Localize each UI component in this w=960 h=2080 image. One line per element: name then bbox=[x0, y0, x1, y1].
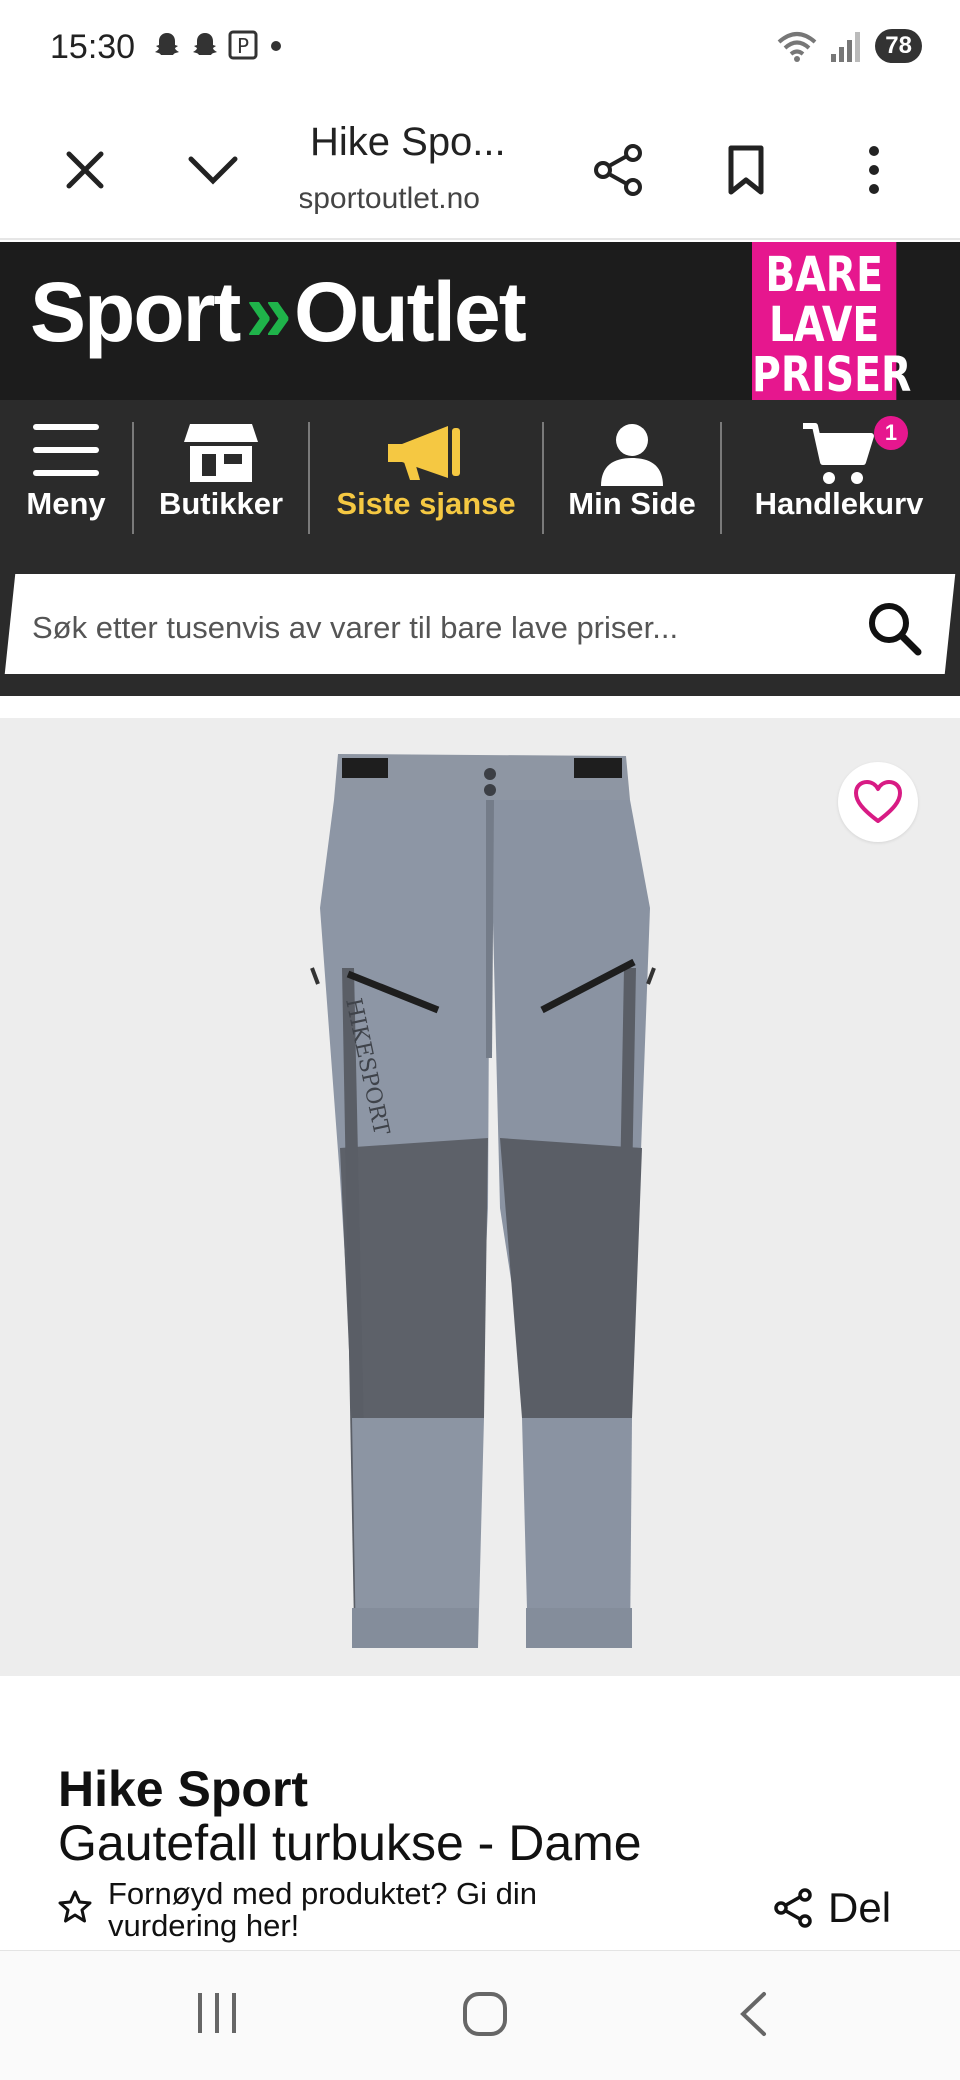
nav-label: Meny bbox=[26, 486, 106, 521]
logo-text-outlet: Outlet bbox=[294, 265, 527, 359]
nav-label: Siste sjanse bbox=[336, 486, 516, 521]
browser-toolbar: Hike Spo... sportoutlet.no bbox=[0, 100, 960, 240]
site-logo[interactable]: Sport» Outlet bbox=[30, 264, 527, 361]
share-icon bbox=[594, 144, 642, 196]
back-button[interactable] bbox=[738, 1991, 768, 2042]
share-label: Del bbox=[828, 1884, 892, 1931]
status-time: 15:30 bbox=[50, 28, 136, 66]
favorite-button[interactable] bbox=[838, 762, 918, 842]
svg-text:P: P bbox=[237, 34, 249, 58]
cart-count-badge: 1 bbox=[874, 416, 908, 450]
recents-button[interactable] bbox=[194, 1991, 240, 2040]
page-title[interactable]: Hike Spo... bbox=[310, 120, 506, 165]
status-bar: 15:30 P 78 bbox=[0, 0, 960, 100]
product-name: Gautefall turbukse - Dame bbox=[58, 1815, 642, 1871]
home-button[interactable] bbox=[462, 1991, 508, 2042]
home-icon bbox=[463, 1992, 507, 2036]
cart-icon bbox=[803, 423, 874, 484]
bookmark-button[interactable] bbox=[706, 130, 786, 210]
system-status-icons: 78 bbox=[775, 28, 922, 64]
notification-icons: P bbox=[152, 30, 286, 60]
nav-item-menu[interactable]: Meny bbox=[0, 400, 132, 540]
logo-arrows: » bbox=[245, 265, 292, 359]
product-brand: Hike Sport bbox=[58, 1761, 309, 1817]
battery-level: 78 bbox=[875, 29, 922, 63]
parking-icon: P bbox=[228, 30, 258, 60]
megaphone-icon bbox=[388, 426, 460, 480]
store-icon bbox=[184, 424, 258, 482]
pants-image: HIKESPORT bbox=[310, 754, 656, 1648]
close-icon bbox=[66, 151, 104, 189]
snapchat-icon bbox=[155, 33, 179, 55]
dot-icon bbox=[271, 41, 281, 51]
heart-icon bbox=[854, 780, 902, 823]
badge-line: LAVE bbox=[769, 297, 880, 353]
system-navigation-bar bbox=[0, 1950, 960, 2080]
share-page-button[interactable] bbox=[578, 130, 658, 210]
badge-line: BARE bbox=[765, 247, 883, 303]
nav-item-butikker[interactable]: Butikker bbox=[134, 400, 308, 540]
more-vert-icon bbox=[869, 146, 879, 194]
more-options-button[interactable] bbox=[834, 130, 914, 210]
nav-label: Handlekurv bbox=[754, 486, 924, 521]
star-outline-icon bbox=[58, 1890, 92, 1923]
site-header: Sport» Outlet BARE LAVE PRISER bbox=[0, 242, 960, 414]
bare-lave-priser-badge: BARE LAVE PRISER bbox=[752, 242, 912, 414]
product-image[interactable]: HIKESPORT bbox=[0, 718, 960, 1676]
close-tab-button[interactable] bbox=[45, 130, 125, 210]
share-button[interactable]: Del bbox=[772, 1884, 891, 1932]
logo-text-sport: Sport bbox=[30, 265, 241, 359]
nav-label: Min Side bbox=[568, 486, 696, 521]
search-button[interactable] bbox=[866, 600, 922, 661]
rating-prompt: Fornøyd med produktet? Gi din vurdering … bbox=[108, 1876, 538, 1943]
menu-icon bbox=[33, 424, 99, 476]
nav-label: Butikker bbox=[158, 486, 284, 521]
share-icon bbox=[774, 1888, 812, 1928]
main-nav: Meny Butikker Siste sjanse Min Side 1 Ha… bbox=[0, 400, 960, 540]
snapchat-icon bbox=[193, 33, 217, 55]
page-url[interactable]: sportoutlet.no bbox=[300, 182, 480, 216]
rating-link[interactable]: Fornøyd med produktet? Gi din vurdering … bbox=[58, 1878, 668, 1942]
bookmark-icon bbox=[728, 145, 764, 195]
nav-item-handlekurv[interactable]: 1 Handlekurv bbox=[722, 400, 956, 540]
chevron-down-icon bbox=[188, 156, 238, 185]
user-icon bbox=[601, 424, 663, 486]
search-icon bbox=[869, 603, 922, 656]
expand-button[interactable] bbox=[173, 130, 253, 210]
badge-line: PRISER bbox=[752, 347, 912, 403]
back-icon bbox=[740, 1992, 766, 2036]
search-placeholder: Søk etter tusenvis av varer til bare lav… bbox=[32, 610, 679, 645]
recents-icon bbox=[198, 1993, 236, 2033]
wifi-icon bbox=[777, 32, 817, 62]
signal-icon bbox=[831, 32, 861, 62]
nav-item-siste-sjanse[interactable]: Siste sjanse bbox=[310, 400, 542, 540]
nav-item-min-side[interactable]: Min Side bbox=[544, 400, 720, 540]
